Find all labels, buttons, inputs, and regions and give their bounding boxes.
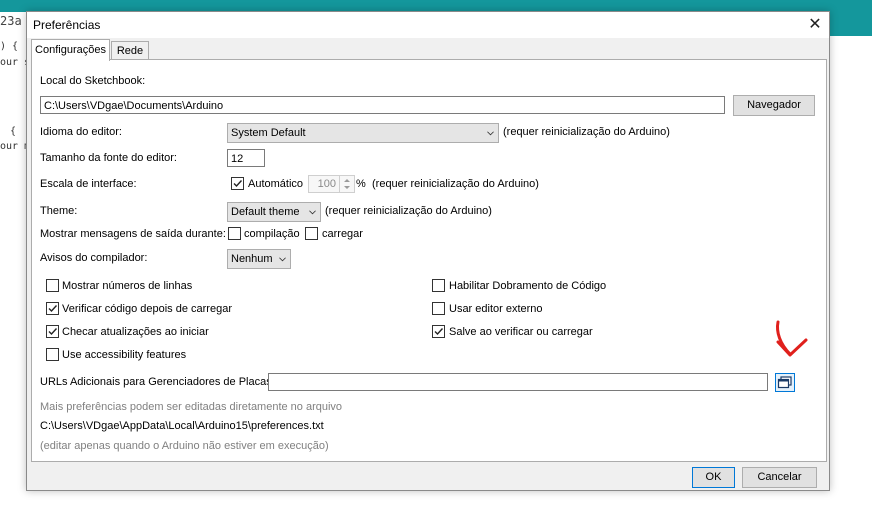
dialog-title: Preferências [33,18,101,32]
interface-scale-label: Escala de interface: [40,178,137,190]
more-prefs-note: Mais preferências podem ser editadas dir… [40,401,343,413]
font-size-label: Tamanho da fonte do editor: [40,152,177,164]
accessibility-checkbox[interactable] [46,348,59,361]
tab-rede[interactable]: Rede [111,41,149,60]
tab-configuracoes[interactable]: Configurações [31,39,110,61]
code-line: ) { [0,41,19,52]
verbose-compile-checkbox[interactable] [228,227,241,240]
chevron-down-icon [309,210,316,215]
edit-warning-note: (editar apenas quando o Arduino não esti… [40,440,329,452]
code-folding-label: Habilitar Dobramento de Código [449,280,607,292]
verbose-compile-label: compilação [244,228,300,240]
verbose-output-label: Mostrar mensagens de saída durante: [40,228,226,240]
chevron-down-icon [279,257,286,262]
theme-label: Theme: [40,205,78,217]
auto-scale-checkbox[interactable] [231,177,244,190]
editor-language-note: (requer reinicialização do Arduino) [503,126,670,138]
checkmark-icon [48,328,58,336]
verbose-upload-checkbox[interactable] [305,227,318,240]
auto-scale-label: Automático [248,178,304,190]
editor-language-select[interactable]: System Default [227,123,499,143]
interface-scale-note: (requer reinicialização do Arduino) [372,178,539,190]
checkmark-icon [434,328,444,336]
dialog-titlebar[interactable]: Preferências ✕ [27,12,829,38]
theme-note: (requer reinicialização do Arduino) [325,205,492,217]
code-line: { [10,126,17,137]
board-urls-label: URLs Adicionais para Gerenciadores de Pl… [40,376,275,388]
edit-urls-button[interactable] [775,373,795,392]
compiler-warnings-value: Nenhum [231,253,273,265]
ide-editor-tab-label: 23a [0,14,22,28]
accessibility-label: Use accessibility features [62,349,187,361]
ok-button[interactable]: OK [692,467,735,488]
scale-spinner[interactable]: 100 [308,175,355,193]
compiler-warnings-label: Avisos do compilador: [40,252,148,264]
cancel-button[interactable]: Cancelar [742,467,817,488]
annotation-arrow-icon [776,320,808,357]
browse-button[interactable]: Navegador [733,95,815,116]
external-editor-checkbox[interactable] [432,302,445,315]
line-numbers-checkbox[interactable] [46,279,59,292]
save-on-verify-label: Salve ao verificar ou carregar [449,326,593,338]
board-urls-input[interactable] [268,373,768,391]
compiler-warnings-select[interactable]: Nenhum [227,249,291,269]
sketchbook-label: Local do Sketchbook: [40,75,146,87]
spinner-up-down-icon [344,179,350,189]
verbose-upload-label: carregar [322,228,363,240]
scale-unit: % [356,178,366,190]
checkmark-icon [48,305,58,313]
editor-language-label: Idioma do editor: [40,126,122,138]
check-updates-label: Checar atualizações ao iniciar [62,326,209,338]
theme-value: Default theme [231,206,300,218]
verify-after-upload-label: Verificar código depois de carregar [62,303,232,315]
close-icon[interactable]: ✕ [801,12,829,38]
save-on-verify-checkbox[interactable] [432,325,445,338]
prefs-file-path: C:\Users\VDgae\AppData\Local\Arduino15\p… [40,420,324,432]
editor-language-value: System Default [231,127,306,139]
scale-value: 100 [317,178,336,190]
line-numbers-label: Mostrar números de linhas [62,280,193,292]
theme-select[interactable]: Default theme [227,202,321,222]
external-editor-label: Usar editor externo [449,303,543,315]
window-list-icon [777,376,792,389]
sketchbook-path-input[interactable]: C:\Users\VDgae\Documents\Arduino [40,96,725,114]
preferences-dialog: Preferências ✕ Configurações Rede Local … [26,11,830,491]
font-size-input[interactable]: 12 [227,149,265,167]
check-updates-checkbox[interactable] [46,325,59,338]
code-folding-checkbox[interactable] [432,279,445,292]
spinner-arrows[interactable] [339,176,354,192]
verify-after-upload-checkbox[interactable] [46,302,59,315]
chevron-down-icon [487,131,494,136]
checkmark-icon [233,180,243,188]
settings-panel: Local do Sketchbook: C:\Users\VDgae\Docu… [31,59,827,462]
